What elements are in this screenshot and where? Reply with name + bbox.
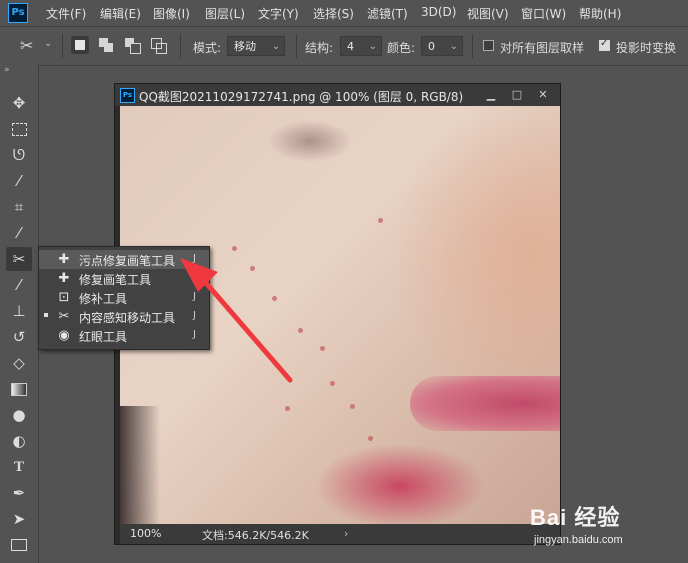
annotation-arrow-shaft (197, 273, 293, 383)
watermark-brand: Bai 经验 (530, 505, 621, 530)
watermark-url: jingyan.baidu.com (534, 534, 623, 546)
annotation-arrow (180, 258, 293, 383)
baidu-jingyan-watermark: Bai 经验 jingyan.baidu.com (520, 490, 680, 560)
